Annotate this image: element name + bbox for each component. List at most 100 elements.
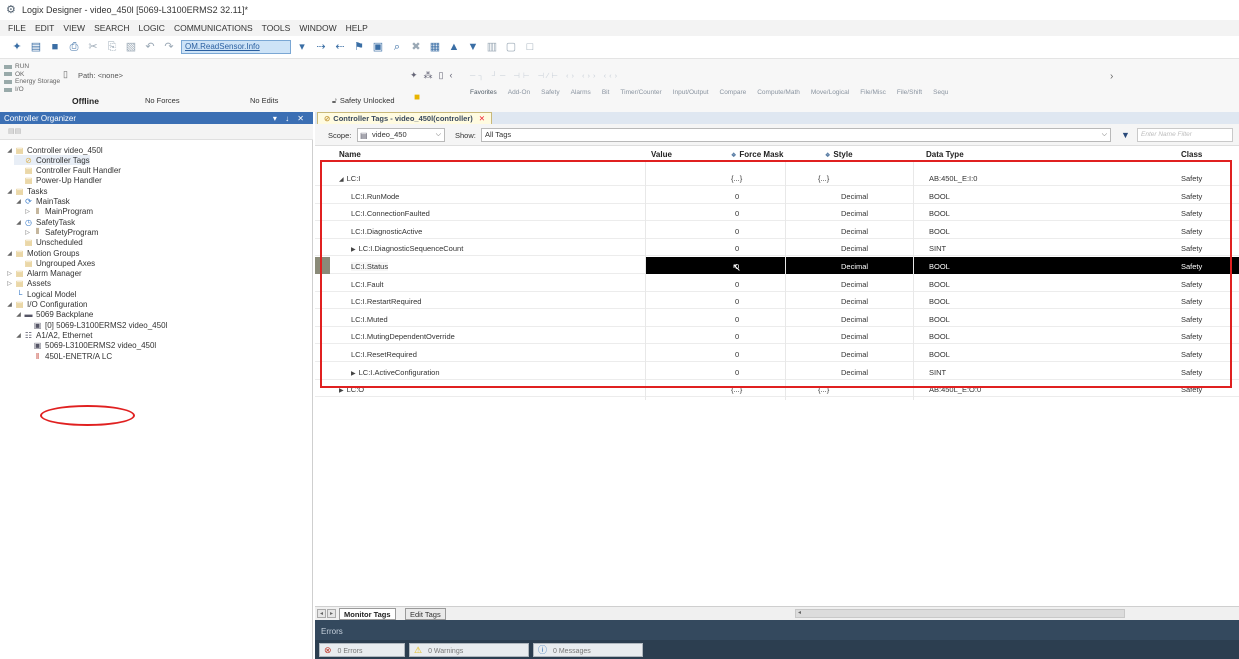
online-icon[interactable]: ▢ — [504, 40, 518, 54]
errors-filter-button[interactable]: ⊗ 0 Errors — [319, 643, 405, 657]
search-combo[interactable]: OM.ReadSensor.Info — [181, 40, 291, 54]
undo-icon[interactable]: ↶ — [143, 40, 157, 54]
copy-icon[interactable]: ⎘ — [105, 40, 119, 54]
column-value[interactable]: Value — [651, 150, 672, 159]
instruction-tab-alarms[interactable]: Alarms — [571, 89, 591, 101]
find-next-icon[interactable]: ⇢ — [314, 40, 328, 54]
collapse-triangle-icon[interactable]: ◢ — [14, 198, 23, 205]
instruction-tab-file-misc[interactable]: File/Misc — [860, 89, 886, 101]
tree-item-a1-a2-ethernet[interactable]: ◢ ☷ A1/A2, Ethernet — [14, 330, 92, 340]
tree-item-controller-video-450l[interactable]: ◢ ▤ Controller video_450l — [5, 145, 102, 155]
collapse-triangle-icon[interactable]: ◢ — [14, 332, 23, 339]
instruction-tab-compute-math[interactable]: Compute/Math — [757, 89, 800, 101]
column-style[interactable]: ❖ Style — [825, 150, 853, 159]
expand-triangle-icon[interactable]: ▷ — [5, 270, 14, 277]
name-filter-input[interactable]: Enter Name Filter — [1137, 128, 1233, 142]
close-icon[interactable]: ✕ — [479, 114, 485, 123]
strip-tool-icons[interactable]: ✦⁂▯‹ — [410, 70, 459, 81]
tree-item-safetyprogram[interactable]: ▷ ⫴ SafetyProgram — [23, 227, 98, 237]
forces-status[interactable]: No Forces — [145, 96, 180, 105]
safety-signature-icon[interactable]: ■ — [414, 92, 424, 103]
redo-icon[interactable]: ↷ — [162, 40, 176, 54]
instruction-tab-file-shift[interactable]: File/Shift — [897, 89, 922, 101]
safety-status[interactable]: 🔓︎ Safety Unlocked — [332, 96, 395, 106]
organizer-window-controls[interactable]: ▾ ↓ ✕ — [273, 114, 307, 123]
column-name[interactable]: Name — [339, 150, 361, 159]
instruction-tab-sequ[interactable]: Sequ — [933, 89, 948, 101]
collapse-triangle-icon[interactable]: ◢ — [14, 311, 23, 318]
menu-window[interactable]: WINDOW — [299, 23, 336, 33]
properties-icon[interactable]: ▲ — [447, 40, 461, 54]
save-icon[interactable]: ■ — [48, 40, 62, 54]
filter-icon[interactable]: ▼ — [1121, 130, 1130, 140]
tree-item-controller-tags[interactable]: ⊘ Controller Tags — [14, 155, 90, 166]
collapse-triangle-icon[interactable]: ◢ — [14, 219, 23, 226]
column-data-type[interactable]: Data Type — [926, 150, 964, 159]
tree-item-mainprogram[interactable]: ▷ ⫴ MainProgram — [23, 207, 93, 217]
instruction-tab-move-logical[interactable]: Move/Logical — [811, 89, 849, 101]
tab-scroll-left-icon[interactable]: ◂ — [317, 609, 326, 618]
menu-file[interactable]: FILE — [8, 23, 26, 33]
filter-toolbar-icon[interactable]: ▼ — [466, 40, 480, 54]
tag-browser-icon[interactable]: ▦ — [428, 40, 442, 54]
tree-item-motion-groups[interactable]: ◢ ▤ Motion Groups — [5, 248, 79, 258]
bookmark-icon[interactable]: ⚑ — [352, 40, 366, 54]
instruction-tab-timer-counter[interactable]: Timer/Counter — [620, 89, 661, 101]
tree-item-controller-fault-handler[interactable]: ▤ Controller Fault Handler — [14, 166, 121, 176]
column-force-mask[interactable]: ❖ Force Mask — [731, 150, 783, 159]
dropdown-icon[interactable]: ▾ — [295, 40, 309, 54]
expand-triangle-icon[interactable]: ▷ — [23, 208, 32, 215]
instruction-tab-safety[interactable]: Safety — [541, 89, 559, 101]
collapse-triangle-icon[interactable]: ◢ — [5, 301, 14, 308]
scroll-left-icon[interactable]: ◂ — [798, 609, 801, 616]
menu-communications[interactable]: COMMUNICATIONS — [174, 23, 253, 33]
expand-triangle-icon[interactable]: ▷ — [5, 280, 14, 287]
menu-search[interactable]: SEARCH — [94, 23, 129, 33]
tree-item-i-o-configuration[interactable]: ◢ ▤ I/O Configuration — [5, 300, 87, 310]
tree-item-0-5069-l3100erms2-video-450l[interactable]: ▣ [0] 5069-L3100ERMS2 video_450l — [23, 320, 168, 330]
menu-edit[interactable]: EDIT — [35, 23, 54, 33]
zoom-icon[interactable]: ⌕ — [390, 40, 404, 54]
scope-dropdown[interactable]: ▤ video_450 ⌵ — [357, 128, 445, 142]
layout-icon[interactable]: ▥ — [485, 40, 499, 54]
tree-item-alarm-manager[interactable]: ▷ ▤ Alarm Manager — [5, 269, 82, 279]
tree-item-tasks[interactable]: ◢ ▤ Tasks — [5, 186, 47, 196]
expand-triangle-icon[interactable]: ▷ — [23, 229, 32, 236]
warnings-filter-button[interactable]: ⚠ 0 Warnings — [409, 643, 529, 657]
collapse-all-icon[interactable]: ▤▤ — [8, 127, 21, 135]
tab-monitor-tags[interactable]: Monitor Tags — [339, 608, 396, 620]
instruction-tab-favorites[interactable]: Favorites — [470, 89, 497, 101]
expand-triangle-icon[interactable]: ▶ — [339, 388, 344, 394]
collapse-triangle-icon[interactable]: ◢ — [5, 147, 14, 154]
messages-filter-button[interactable]: ⓘ 0 Messages — [533, 643, 643, 657]
path-label[interactable]: Path: <none> — [78, 71, 123, 80]
tree-item-maintask[interactable]: ◢ ⟳ MainTask — [14, 197, 70, 207]
find-prev-icon[interactable]: ⇠ — [333, 40, 347, 54]
open-folder-icon[interactable]: ▤ — [29, 40, 43, 54]
window-icon[interactable]: □ — [523, 40, 537, 54]
tree-item-ungrouped-axes[interactable]: ▤ Ungrouped Axes — [14, 258, 95, 268]
tree-item-logical-model[interactable]: └ Logical Model — [5, 289, 77, 299]
tab-edit-tags[interactable]: Edit Tags — [405, 608, 446, 620]
instruction-tab-bit[interactable]: Bit — [602, 89, 610, 101]
collapse-triangle-icon[interactable]: ◢ — [5, 250, 14, 257]
tree-item-450l-enetr-a-lc[interactable]: ‖ 450L-ENETR/A LC — [23, 351, 112, 361]
horizontal-scrollbar[interactable]: ◂ — [795, 609, 1125, 618]
instruction-tab-input-output[interactable]: Input/Output — [673, 89, 709, 101]
tree-item-assets[interactable]: ▷ ▤ Assets — [5, 279, 51, 289]
cut-icon[interactable]: ✂ — [86, 40, 100, 54]
tree-item-5069-l3100erms2-video-450l[interactable]: ▣ 5069-L3100ERMS2 video_450l — [23, 341, 156, 351]
edits-status[interactable]: No Edits — [250, 96, 278, 105]
tab-controller-tags[interactable]: ⊘ Controller Tags - video_450l(controlle… — [317, 112, 493, 124]
ladder-element-icons[interactable]: ─┐ ┘─ ⊣⊢ ⊣∕⊢ ‹› ‹›› ‹‹› — [470, 71, 620, 80]
column-class[interactable]: Class — [1181, 150, 1202, 159]
verify-icon[interactable]: ▣ — [371, 40, 385, 54]
tree-item-safetytask[interactable]: ◢ ◷ SafetyTask — [14, 217, 75, 227]
new-project-icon[interactable]: ✦ — [10, 40, 24, 54]
paste-icon[interactable]: ▧ — [124, 40, 138, 54]
print-icon[interactable]: ⎙ — [67, 40, 81, 54]
show-dropdown[interactable]: All Tags ⌵ — [481, 128, 1111, 142]
menu-view[interactable]: VIEW — [63, 23, 85, 33]
controller-mode[interactable]: Offline — [72, 96, 99, 106]
tree-item-5069-backplane[interactable]: ◢ ▬ 5069 Backplane — [14, 310, 93, 320]
